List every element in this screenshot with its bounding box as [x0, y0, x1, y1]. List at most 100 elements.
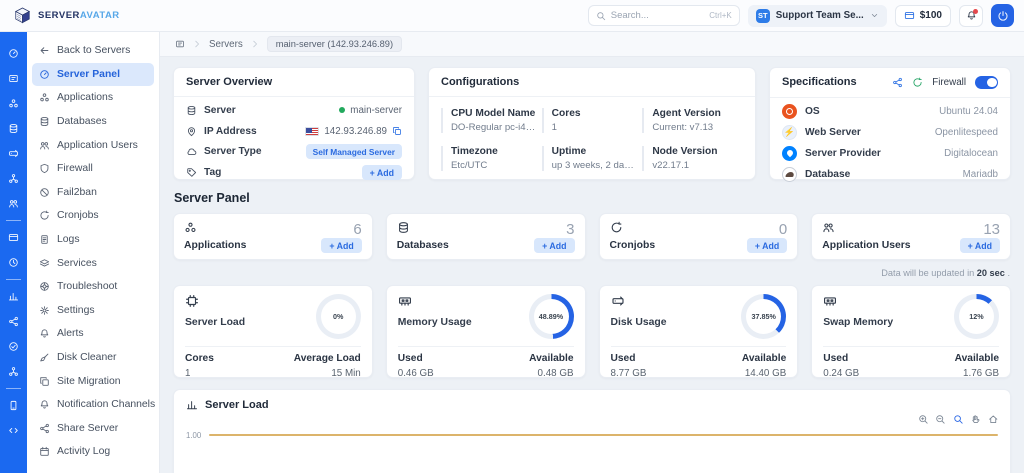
add-database-button[interactable]: + Add	[534, 238, 574, 253]
sidebar-item-services[interactable]: Services	[32, 251, 154, 275]
rail-dashboard-icon[interactable]	[0, 41, 27, 66]
add-cronjob-button[interactable]: + Add	[747, 238, 787, 253]
sidebar-item-share-server[interactable]: Share Server	[32, 417, 154, 441]
overview-row-server-type: Server Type Self Managed Server	[186, 142, 402, 163]
add-application-button[interactable]: + Add	[321, 238, 361, 253]
sidebar-item-activity-log[interactable]: Activity Log	[32, 440, 154, 464]
rail-api-icon[interactable]	[0, 418, 27, 443]
sidebar-item-notification-channels[interactable]: Notification Channels	[32, 393, 154, 417]
breadcrumb-current-server[interactable]: main-server (142.93.246.89)	[267, 36, 402, 52]
spec-row-database: Database Mariadb	[782, 164, 998, 185]
refresh-icon[interactable]	[912, 77, 923, 88]
configurations-card: Configurations CPU Model NameDO-Regular …	[428, 67, 756, 180]
chart-plot-area: 1.00	[186, 431, 998, 440]
config-cores: Cores1	[542, 108, 643, 133]
sidebar-item-cronjobs[interactable]: Cronjobs	[32, 204, 154, 228]
metric-card-swap-memory: Swap Memory 12% Used0.24 GB Available1.7…	[811, 285, 1011, 378]
sidebar-item-fail2ban[interactable]: Fail2ban	[32, 181, 154, 205]
load-line-series	[209, 434, 998, 436]
sidebar-item-server-panel[interactable]: Server Panel	[32, 63, 154, 87]
rail-databases-icon[interactable]	[0, 116, 27, 141]
main-area: Servers main-server (142.93.246.89) Serv…	[160, 32, 1024, 473]
pan-icon[interactable]	[970, 414, 981, 425]
us-flag-icon	[305, 127, 319, 136]
notifications-button[interactable]	[959, 5, 983, 27]
cpu-icon	[185, 294, 199, 308]
share-icon[interactable]	[892, 77, 903, 88]
balance-button[interactable]: $100	[895, 5, 951, 27]
ubuntu-icon	[782, 104, 797, 119]
sidebar-item-logs[interactable]: Logs	[32, 228, 154, 252]
firewall-toggle[interactable]	[975, 76, 998, 89]
rail-servers-icon[interactable]	[0, 141, 27, 166]
rail-applications-icon[interactable]	[0, 91, 27, 116]
databases-count: 3	[566, 221, 574, 238]
server-load-chart-title: Server Load	[205, 399, 269, 411]
server-icon	[186, 105, 197, 116]
configurations-title: Configurations	[441, 76, 519, 88]
search-input[interactable]	[611, 10, 705, 21]
chevron-right-icon	[192, 39, 202, 49]
server-overview-title: Server Overview	[186, 76, 272, 88]
config-timezone: TimezoneEtc/UTC	[441, 146, 542, 171]
rail-users-icon[interactable]	[0, 191, 27, 216]
brand-wordmark: SERVERAVATAR	[38, 10, 120, 21]
database-icon	[397, 221, 410, 234]
sidebar-item-back-to-servers[interactable]: Back to Servers	[32, 39, 154, 63]
power-button[interactable]	[991, 4, 1014, 27]
sidebar-item-databases[interactable]: Databases	[32, 110, 154, 134]
balance-amount: $100	[920, 10, 942, 21]
sidebar-item-application-users[interactable]: Application Users	[32, 133, 154, 157]
digitalocean-icon	[782, 146, 797, 161]
sidebar-item-alerts[interactable]: Alerts	[32, 322, 154, 346]
rail-server-panel-icon[interactable]	[0, 66, 27, 91]
specifications-card: Specifications Firewall OS Ubuntu 24.	[769, 67, 1011, 180]
memory-usage-donut: 48.89%	[529, 294, 574, 339]
metric-card-server-load: Server Load 0% Cores1 Average Load15 Min	[173, 285, 373, 378]
config-cpu-model: CPU Model NameDO-Regular pc-i440fx-6.1 C…	[441, 108, 542, 133]
server-load-donut: 0%	[316, 294, 361, 339]
sidebar-item-firewall[interactable]: Firewall	[32, 157, 154, 181]
server-type-badge: Self Managed Server	[306, 144, 402, 159]
bar-chart-icon	[186, 399, 198, 411]
account-switcher[interactable]: ST Support Team Se...	[748, 5, 887, 27]
rail-network-icon[interactable]	[0, 166, 27, 191]
icon-rail	[0, 32, 27, 473]
rail-monitoring-icon[interactable]	[0, 284, 27, 309]
server-cube-logo-icon	[13, 6, 32, 25]
copy-icon[interactable]	[392, 126, 402, 136]
swap-icon	[823, 294, 837, 308]
add-tag-button[interactable]: + Add	[362, 165, 402, 180]
breadcrumb: Servers main-server (142.93.246.89)	[160, 32, 1024, 57]
rail-billing-icon[interactable]	[0, 225, 27, 250]
sidebar-item-disk-cleaner[interactable]: Disk Cleaner	[32, 346, 154, 370]
sidebar-item-troubleshoot[interactable]: Troubleshoot	[32, 275, 154, 299]
rail-teams-icon[interactable]	[0, 359, 27, 384]
sidebar-item-site-migration[interactable]: Site Migration	[32, 369, 154, 393]
metric-card-disk-usage: Disk Usage 37.85% Used8.77 GB Available1…	[599, 285, 799, 378]
brand-logo[interactable]: SERVERAVATAR	[13, 6, 120, 25]
server-load-chart-card: Server Load 1.00	[173, 389, 1011, 473]
overview-row-tag: Tag + Add	[186, 162, 402, 183]
zoom-out-icon[interactable]	[935, 414, 946, 425]
y-axis-tick: 1.00	[186, 431, 201, 440]
rail-divider	[6, 220, 21, 221]
rail-status-icon[interactable]	[0, 334, 27, 359]
breadcrumb-servers[interactable]: Servers	[209, 39, 243, 50]
metric-card-memory-usage: Memory Usage 48.89% Used0.46 GB Availabl…	[386, 285, 586, 378]
sidebar-item-settings[interactable]: Settings	[32, 299, 154, 323]
server-overview-card: Server Overview Server main-server IP Ad…	[173, 67, 415, 180]
firewall-label: Firewall	[932, 77, 966, 88]
cronjobs-count: 0	[779, 221, 787, 238]
zoom-in-icon[interactable]	[918, 414, 929, 425]
add-application-user-button[interactable]: + Add	[960, 238, 1000, 253]
sidebar-item-applications[interactable]: Applications	[32, 86, 154, 110]
rail-divider	[6, 279, 21, 280]
rail-integrations-icon[interactable]	[0, 309, 27, 334]
home-icon[interactable]	[988, 414, 999, 425]
search-box[interactable]: Ctrl+K	[588, 5, 740, 26]
rail-history-icon[interactable]	[0, 250, 27, 275]
magnifier-icon[interactable]	[953, 414, 964, 425]
rail-mobile-icon[interactable]	[0, 393, 27, 418]
topbar-actions: Ctrl+K ST Support Team Se... $100	[588, 4, 1014, 27]
